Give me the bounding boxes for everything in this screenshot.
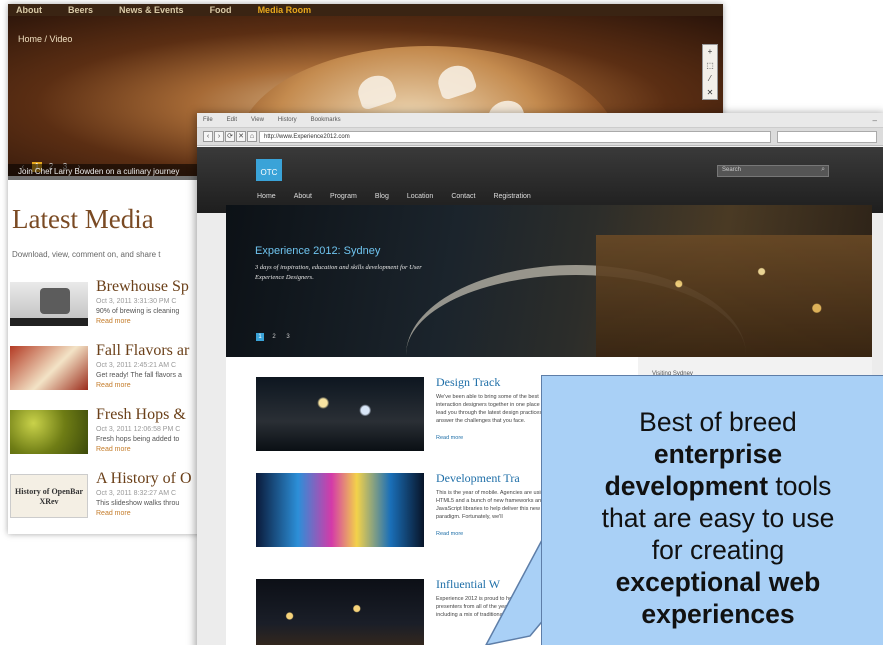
nav-home[interactable]: Home — [257, 193, 276, 200]
media-title[interactable]: Brewhouse Sp — [96, 278, 189, 296]
track-thumbnail[interactable] — [256, 377, 424, 451]
frame-icon[interactable]: ⬚ — [706, 61, 714, 70]
media-thumbnail[interactable]: History of OpenBar XRev — [10, 474, 88, 518]
hero-slide-1[interactable]: 1 — [256, 333, 264, 341]
menu-edit[interactable]: Edit — [227, 117, 237, 123]
media-date: Oct 3, 2011 2:45:21 AM C — [96, 362, 177, 369]
hero-slide-3[interactable]: 3 — [284, 333, 292, 341]
read-more-link[interactable]: Read more — [96, 446, 131, 453]
read-more-link[interactable]: Read more — [96, 382, 131, 389]
nav-food[interactable]: Food — [210, 5, 232, 15]
hero-pager: 1 2 3 — [256, 333, 292, 341]
nav-beers[interactable]: Beers — [68, 5, 93, 15]
reload-icon[interactable]: ⟳ — [225, 131, 235, 142]
read-more-link[interactable]: Read more — [436, 531, 463, 537]
callout-line: for creating — [651, 535, 785, 565]
latte-art-shape — [434, 61, 478, 101]
callout-text: Best of breed enterprise development too… — [560, 406, 876, 630]
latest-media-heading: Latest Media — [12, 204, 154, 234]
media-desc: 90% of brewing is cleaning — [96, 308, 180, 315]
media-desc: Get ready! The fall flavors a — [96, 372, 182, 379]
harbour-lights-image — [596, 235, 872, 357]
media-date: Oct 3, 2011 8:32:27 AM C — [96, 490, 177, 497]
track-title[interactable]: Development Tra — [436, 471, 520, 486]
forward-icon[interactable]: › — [214, 131, 224, 142]
media-thumbnail[interactable] — [10, 282, 88, 326]
media-date: Oct 3, 2011 3:31:30 PM C — [96, 298, 177, 305]
media-date: Oct 3, 2011 12:06:58 PM C — [96, 426, 181, 433]
latest-media-description: Download, view, comment on, and share t — [12, 250, 161, 259]
latte-art-shape — [354, 71, 398, 111]
callout-bold-line: experiences — [641, 599, 795, 629]
hero-banner: Experience 2012: Sydney 3 days of inspir… — [226, 205, 872, 357]
nav-media-room[interactable]: Media Room — [258, 5, 312, 15]
site-nav: Home About Program Blog Location Contact… — [257, 193, 531, 200]
map-tools: + ⬚ ⁄ ✕ — [702, 44, 718, 100]
track-thumbnail[interactable] — [256, 473, 424, 547]
nav-news-events[interactable]: News & Events — [119, 5, 184, 15]
hero-subtitle: 3 days of inspiration, education and ski… — [255, 264, 422, 281]
track-title[interactable]: Design Track — [436, 375, 500, 390]
callout-bold-line: development — [604, 471, 769, 501]
media-title[interactable]: A History of O — [96, 470, 192, 488]
hero-slide-2[interactable]: 2 — [270, 333, 278, 341]
close-icon[interactable]: ✕ — [707, 88, 714, 97]
minimize-button[interactable]: – — [873, 116, 877, 125]
nav-contact[interactable]: Contact — [451, 193, 475, 200]
site-search-placeholder: Search — [722, 167, 742, 173]
callout-bold-line: exceptional web — [615, 567, 821, 597]
callout-line: that are easy to use — [601, 503, 835, 533]
site-logo[interactable]: OTC — [256, 159, 282, 181]
media-thumbnail[interactable] — [10, 346, 88, 390]
site-search-input[interactable]: Search ⌕ — [717, 165, 829, 177]
top-nav: About Beers News & Events Food Media Roo… — [8, 4, 723, 16]
menu-file[interactable]: File — [203, 117, 213, 123]
track-thumbnail[interactable] — [256, 579, 424, 645]
callout-bold-line: enterprise — [653, 439, 783, 469]
slash-icon[interactable]: ⁄ — [709, 74, 710, 83]
read-more-link[interactable]: Read more — [96, 510, 131, 517]
search-icon[interactable]: ⌕ — [821, 166, 825, 174]
breadcrumb[interactable]: Home / Video — [18, 34, 72, 44]
media-desc: This slideshow walks throu — [96, 500, 180, 507]
track-desc: We've been able to bring some of the bes… — [436, 394, 553, 424]
stop-icon[interactable]: ✕ — [236, 131, 246, 142]
read-more-link[interactable]: Read more — [436, 435, 463, 441]
nav-program[interactable]: Program — [330, 193, 357, 200]
media-title[interactable]: Fresh Hops & — [96, 406, 186, 424]
marketing-callout: Best of breed enterprise development too… — [541, 375, 883, 645]
read-more-link[interactable]: Read more — [96, 318, 131, 325]
browser-toolbar: ‹ › ⟳ ✕ ⌂ http://www.Experience2012.com — [197, 128, 883, 146]
track-desc: This is the year of mobile. Agencies are… — [436, 490, 552, 520]
browser-search-field[interactable] — [777, 131, 877, 143]
menu-view[interactable]: View — [251, 117, 264, 123]
nav-location[interactable]: Location — [407, 193, 433, 200]
menu-bookmarks[interactable]: Bookmarks — [311, 117, 341, 123]
back-icon[interactable]: ‹ — [203, 131, 213, 142]
hero-title: Experience 2012: Sydney — [255, 245, 381, 257]
zoom-in-icon[interactable]: + — [708, 47, 713, 56]
site-header: OTC Search ⌕ Home About Program Blog Loc… — [197, 147, 883, 213]
nav-about[interactable]: About — [294, 193, 312, 200]
menu-history[interactable]: History — [278, 117, 297, 123]
address-bar[interactable]: http://www.Experience2012.com — [259, 131, 771, 143]
callout-line: tools — [768, 471, 832, 501]
nav-registration[interactable]: Registration — [493, 193, 530, 200]
browser-menubar: File Edit View History Bookmarks – — [197, 113, 883, 128]
media-title[interactable]: Fall Flavors ar — [96, 342, 189, 360]
media-thumbnail[interactable] — [10, 410, 88, 454]
callout-line: Best of breed — [639, 407, 797, 437]
home-icon[interactable]: ⌂ — [247, 131, 257, 142]
nav-blog[interactable]: Blog — [375, 193, 389, 200]
media-desc: Fresh hops being added to — [96, 436, 180, 443]
nav-about[interactable]: About — [16, 5, 42, 15]
